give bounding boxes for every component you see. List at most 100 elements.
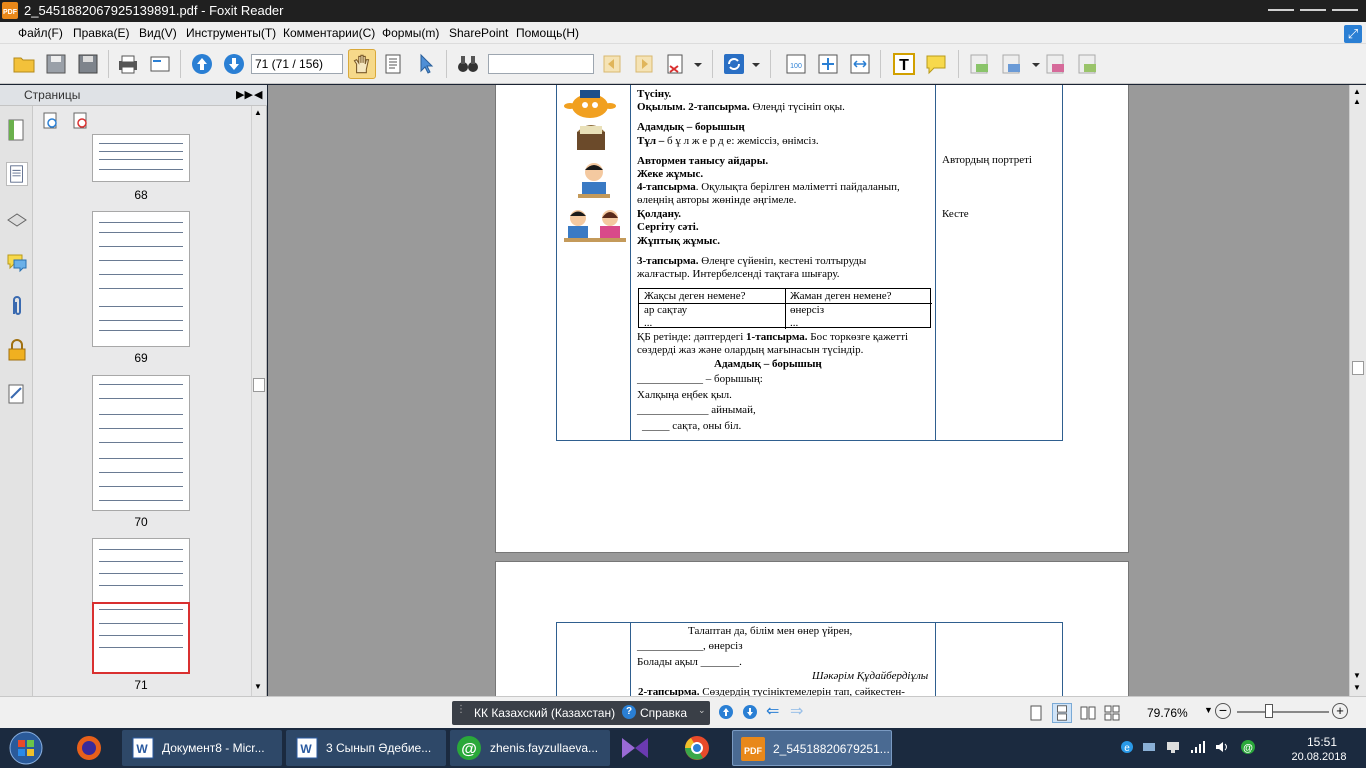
save-as-icon[interactable] (76, 52, 100, 76)
panel-menu-icon[interactable]: ▶▶ (236, 88, 253, 101)
expand-icon[interactable]: ⤢ (1344, 25, 1362, 43)
continuous-facing-view-icon[interactable] (1104, 705, 1120, 721)
last-page-icon[interactable] (742, 704, 758, 720)
menu-help[interactable]: Помощь(H) (516, 26, 579, 40)
previous-page-icon[interactable] (190, 52, 214, 76)
thumbnail-scrollbar[interactable]: ▲ ▼ (251, 106, 266, 696)
firefox-icon[interactable] (74, 734, 104, 762)
menu-file[interactable]: Файл(F) (18, 26, 63, 40)
note-comment-icon[interactable] (924, 52, 948, 76)
chrome-icon[interactable] (682, 734, 712, 762)
pdf-combine-icon[interactable] (1000, 52, 1024, 76)
back-arrow-icon[interactable]: ⇐ (766, 701, 779, 721)
keyboard-language[interactable]: КК Казахский (Казахстан) (474, 706, 615, 720)
hand-tool-icon[interactable] (348, 49, 376, 79)
properties-icon[interactable] (148, 52, 172, 76)
menu-tools[interactable]: Инструменты(T) (186, 26, 276, 40)
document-scrollbar[interactable]: ▲ ▲ ▼ ▼ (1349, 85, 1366, 696)
find-binoculars-icon[interactable] (456, 52, 480, 76)
bookmarks-icon[interactable] (6, 118, 28, 142)
taskbar-mail-agent[interactable]: @ zhenis.fayzullaeva... (450, 730, 610, 766)
find-previous-icon[interactable] (600, 52, 624, 76)
comments-panel-icon[interactable] (6, 250, 28, 274)
zoom-dropdown-icon[interactable]: ▼ (1204, 705, 1213, 715)
scroll-down-icon[interactable]: ▼ (1353, 683, 1361, 692)
taskbar-word-literature[interactable]: W 3 Сынып Әдебие... (286, 730, 446, 766)
display-tray-icon[interactable] (1166, 740, 1180, 754)
scroll-thumb[interactable] (253, 378, 265, 392)
document-view[interactable]: Түсіну. Оқылым. 2-тапсырма. Өлеңді түсін… (268, 85, 1349, 696)
taskbar-foxit-reader-active[interactable]: PDF 2_54518820679251... (732, 730, 892, 766)
rotate-view-icon[interactable] (722, 52, 746, 76)
typewriter-icon[interactable]: T (892, 52, 916, 76)
language-bar[interactable]: ⋮ КК Казахский (Казахстан) ? Справка ⌄ (452, 701, 710, 725)
chevron-down-icon[interactable] (1030, 52, 1042, 76)
find-next-icon[interactable] (632, 52, 656, 76)
ie-tray-icon[interactable]: e (1120, 740, 1134, 754)
windows-start-icon[interactable] (6, 729, 46, 767)
visual-studio-icon[interactable] (618, 734, 652, 762)
facing-view-icon[interactable] (1080, 705, 1096, 721)
fit-width-icon[interactable] (848, 52, 872, 76)
fit-page-icon[interactable] (816, 52, 840, 76)
zoom-level[interactable]: 79.76% (1147, 706, 1188, 720)
scroll-down-icon[interactable]: ▼ (1353, 671, 1361, 680)
reduce-thumbnails-icon[interactable] (72, 112, 90, 130)
pages-thumbnails-icon[interactable] (6, 162, 28, 186)
save-icon[interactable] (44, 52, 68, 76)
zoom-slider-handle[interactable] (1265, 704, 1273, 718)
signal-strength-icon[interactable] (1190, 740, 1206, 754)
page-thumbnail[interactable] (92, 375, 190, 511)
zoom-in-icon[interactable]: + (1332, 703, 1348, 719)
menu-view[interactable]: Вид(V) (139, 26, 177, 40)
page-thumbnail-selected[interactable] (92, 538, 190, 674)
signature-icon[interactable] (6, 382, 28, 406)
help-label[interactable]: Справка (640, 706, 687, 720)
enlarge-thumbnails-icon[interactable] (42, 112, 60, 130)
print-icon[interactable] (116, 52, 140, 76)
clock-time[interactable]: 15:51 (1289, 735, 1355, 749)
restore-icon[interactable] (1300, 4, 1326, 16)
security-lock-icon[interactable] (6, 338, 28, 362)
pdf-export-icon[interactable] (1044, 52, 1068, 76)
clock-date[interactable]: 20.08.2018 (1279, 751, 1359, 763)
menu-edit[interactable]: Правка(E) (73, 26, 130, 40)
menu-comments[interactable]: Комментарии(C) (283, 26, 375, 40)
chevron-down-icon[interactable] (692, 52, 704, 76)
menu-forms[interactable]: Формы(m) (382, 26, 439, 40)
scroll-up-icon[interactable]: ▲ (1353, 97, 1361, 106)
mail-agent-tray-icon[interactable]: @ (1240, 739, 1256, 755)
zoom-out-icon[interactable]: − (1215, 703, 1231, 719)
pdf-create-icon[interactable] (968, 52, 992, 76)
search-input[interactable] (488, 54, 594, 74)
select-arrow-icon[interactable] (414, 52, 438, 76)
taskbar-word-doc8[interactable]: W Документ8 - Micr... (122, 730, 282, 766)
minimize-icon[interactable] (1268, 4, 1294, 16)
page-thumbnail[interactable] (92, 134, 190, 182)
scroll-up-icon[interactable]: ▲ (254, 108, 262, 117)
collapse-panel-icon[interactable]: ◀ (254, 88, 262, 101)
scroll-thumb[interactable] (1352, 361, 1364, 375)
network-share-tray-icon[interactable] (1142, 740, 1156, 754)
actual-size-icon[interactable]: 100 (784, 52, 808, 76)
pdf-scan-icon[interactable] (1076, 52, 1100, 76)
single-page-view-icon[interactable] (1028, 705, 1044, 721)
attachments-icon[interactable] (6, 294, 28, 318)
foxit-app-icon[interactable]: PDF (2, 2, 18, 19)
continuous-view-icon[interactable] (1052, 703, 1072, 723)
visible-area-indicator[interactable] (92, 602, 190, 674)
menu-sharepoint[interactable]: SharePoint (449, 26, 508, 40)
layers-icon[interactable] (6, 206, 28, 230)
close-icon[interactable] (1332, 4, 1358, 16)
zoom-slider-track[interactable] (1237, 711, 1329, 713)
page-number-input[interactable] (251, 54, 343, 74)
scroll-up-icon[interactable]: ▲ (1353, 87, 1361, 96)
next-page-icon[interactable] (222, 52, 246, 76)
chevron-down-icon[interactable]: ⌄ (698, 705, 706, 716)
scroll-down-icon[interactable]: ▼ (254, 682, 262, 691)
help-icon[interactable]: ? (622, 705, 636, 719)
chevron-down-icon[interactable] (750, 52, 762, 76)
open-folder-icon[interactable] (12, 52, 36, 76)
search-options-icon[interactable] (664, 52, 688, 76)
select-text-icon[interactable] (382, 52, 406, 76)
